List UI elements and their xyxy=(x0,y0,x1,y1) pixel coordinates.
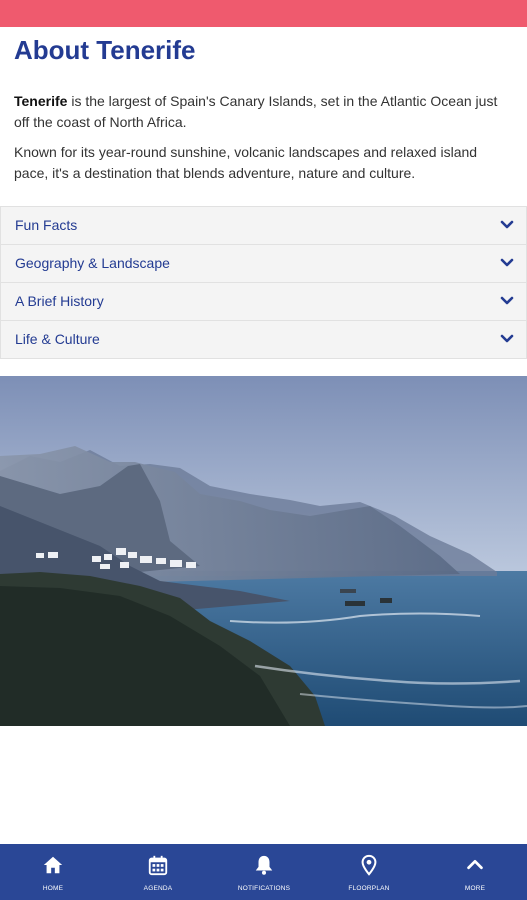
accordion-label: Life & Culture xyxy=(15,331,100,347)
map-pin-icon xyxy=(361,854,377,876)
bottom-navigation: HOME AGENDA NOTIFICATIONS FLOORPLAN MORE xyxy=(0,844,527,900)
accordion-label: Geography & Landscape xyxy=(15,255,170,271)
nav-home-label: HOME xyxy=(42,885,64,892)
info-accordion: Fun Facts Geography & Landscape A Brief … xyxy=(0,206,527,359)
accordion-label: A Brief History xyxy=(15,293,104,309)
accordion-item-culture[interactable]: Life & Culture xyxy=(1,320,526,358)
nav-agenda-label: AGENDA xyxy=(143,885,173,892)
calendar-icon xyxy=(148,855,168,876)
nav-floorplan-label: FLOORPLAN xyxy=(348,885,390,892)
intro-paragraph-2: Known for its year-round sunshine, volca… xyxy=(14,144,478,181)
nav-floorplan[interactable]: FLOORPLAN xyxy=(329,844,409,900)
chevron-down-icon xyxy=(500,220,514,229)
intro-paragraph-1-text: is the largest of Spain's Canary Islands… xyxy=(14,93,498,130)
home-icon xyxy=(43,856,63,874)
nav-more-label: MORE xyxy=(464,885,486,892)
accordion-item-geography[interactable]: Geography & Landscape xyxy=(1,244,526,282)
accordion-label: Fun Facts xyxy=(15,217,78,233)
nav-notifications-label: NOTIFICATIONS xyxy=(237,885,291,892)
page-title: About Tenerife xyxy=(14,35,196,65)
nav-agenda[interactable]: AGENDA xyxy=(118,844,198,900)
intro-paragraph-1: Tenerife is the largest of Spain's Canar… xyxy=(14,91,514,133)
bell-icon xyxy=(255,855,273,875)
chevron-down-icon xyxy=(500,296,514,305)
chevron-up-icon xyxy=(467,859,483,870)
tenerife-coast-photo xyxy=(0,376,527,726)
accordion-item-fun-facts[interactable]: Fun Facts xyxy=(1,207,526,244)
chevron-down-icon xyxy=(500,334,514,343)
chevron-down-icon xyxy=(500,258,514,267)
status-bar xyxy=(0,0,527,27)
nav-notifications[interactable]: NOTIFICATIONS xyxy=(224,844,304,900)
intro-highlight: Tenerife xyxy=(14,93,68,109)
nav-home[interactable]: HOME xyxy=(13,844,93,900)
accordion-item-history[interactable]: A Brief History xyxy=(1,282,526,320)
nav-more[interactable]: MORE xyxy=(435,844,515,900)
